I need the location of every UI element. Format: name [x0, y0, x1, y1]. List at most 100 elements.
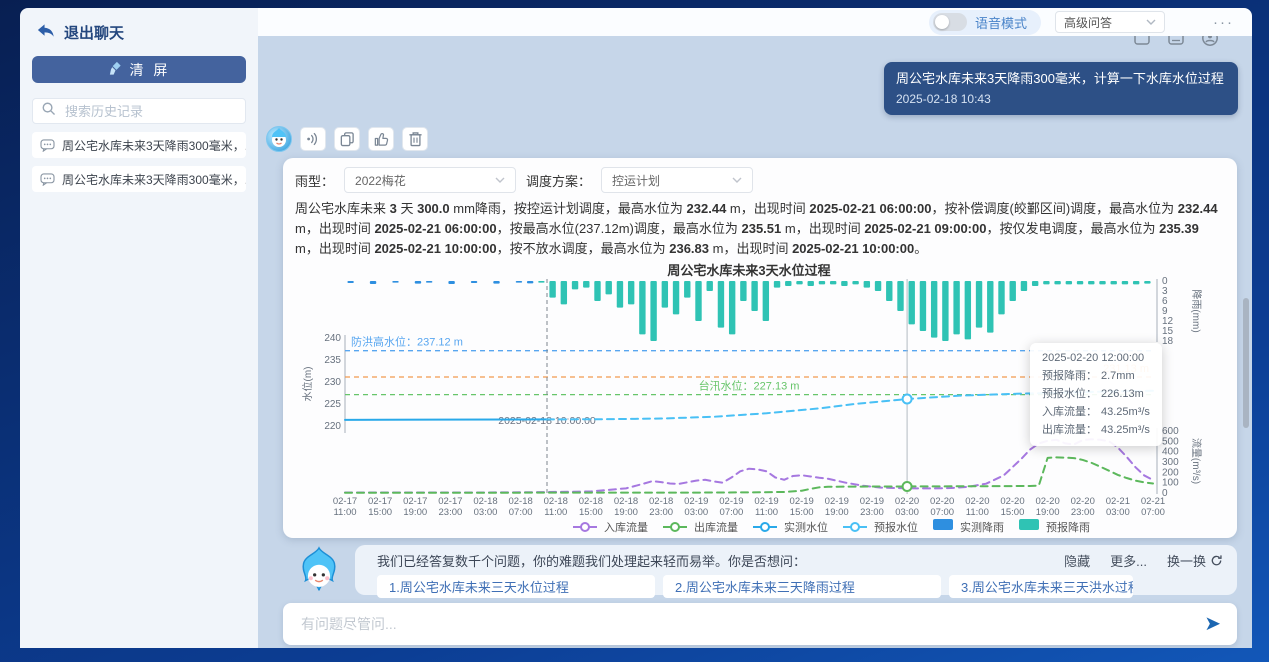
- scenario-controls: 雨型： 2022梅花 调度方案： 控运计划: [295, 166, 1225, 194]
- rain-type-label: 雨型：: [295, 171, 334, 190]
- svg-text:02-2011:00: 02-2011:00: [965, 496, 989, 518]
- refresh-label: 换一换: [1167, 551, 1206, 570]
- svg-text:02-1819:00: 02-1819:00: [614, 496, 638, 518]
- keyboard-icon[interactable]: [1167, 36, 1185, 47]
- rain-type-value: 2022梅花: [355, 172, 406, 189]
- svg-text:02-1803:00: 02-1803:00: [473, 496, 497, 518]
- svg-text:240: 240: [324, 333, 341, 344]
- svg-text:230: 230: [324, 377, 341, 388]
- suggestions-links: 隐藏 更多... 换一换: [1064, 551, 1223, 570]
- forecast-chart: 周公宅水库未来3天水位过程240235230225220036912151860…: [295, 261, 1225, 539]
- svg-text:入库流量: 入库流量: [604, 520, 648, 534]
- svg-text:02-1723:00: 02-1723:00: [438, 496, 462, 518]
- thumbs-up-icon: [373, 131, 389, 147]
- history-item[interactable]: 周公宅水库未来3天降雨300毫米，...: [32, 132, 246, 158]
- user-icon[interactable]: [1201, 36, 1219, 47]
- svg-text:2025-02-18 10:00:00: 2025-02-18 10:00:00: [498, 415, 596, 427]
- toggle-switch-icon[interactable]: [933, 13, 967, 31]
- refresh-suggestions-link[interactable]: 换一换: [1167, 551, 1223, 570]
- svg-text:220: 220: [324, 421, 341, 432]
- svg-text:02-1811:00: 02-1811:00: [544, 496, 568, 518]
- voice-mode-toggle[interactable]: 语音模式: [929, 10, 1041, 35]
- history-item-label: 周公宅水库未来3天降雨300毫米，...: [62, 171, 246, 188]
- user-message-time: 2025-02-18 10:43: [896, 90, 1226, 108]
- suggestion-button[interactable]: 2.周公宅水库未来三天降雨过程: [663, 575, 941, 598]
- svg-text:02-2015:00: 02-2015:00: [1000, 496, 1024, 518]
- copy-icon: [339, 131, 355, 147]
- send-button[interactable]: ➤: [1204, 614, 1221, 634]
- chevron-down-icon: [1146, 19, 1156, 25]
- history-search-input[interactable]: [63, 103, 243, 120]
- voice-mode-label: 语音模式: [975, 13, 1027, 32]
- user-message-text: 周公宅水库未来3天降雨300毫米，计算一下水库水位过程: [896, 69, 1226, 89]
- message-composer: ➤: [283, 603, 1237, 645]
- suggestion-button[interactable]: 1.周公宅水库未来三天水位过程: [377, 575, 655, 598]
- message-input[interactable]: [299, 615, 1194, 633]
- bot-message-actions: [266, 126, 428, 152]
- more-suggestions-link[interactable]: 更多...: [1110, 551, 1147, 570]
- clear-screen-button[interactable]: 清 屏: [32, 56, 246, 83]
- answer-mode-value: 高级问答: [1064, 14, 1112, 31]
- svg-text:降雨(mm): 降雨(mm): [1190, 290, 1203, 333]
- svg-text:02-1815:00: 02-1815:00: [579, 496, 603, 518]
- chat-area: 周公宅水库未来3天降雨300毫米，计算一下水库水位过程 2025-02-18 1…: [258, 36, 1252, 648]
- svg-text:02-2003:00: 02-2003:00: [895, 496, 919, 518]
- copy-button[interactable]: [334, 127, 360, 151]
- mascot-avatar: [291, 546, 347, 603]
- message-corner-icons: [1133, 36, 1219, 47]
- svg-text:02-1823:00: 02-1823:00: [649, 496, 673, 518]
- svg-text:02-1923:00: 02-1923:00: [860, 496, 884, 518]
- like-button[interactable]: [368, 127, 394, 151]
- plan-select[interactable]: 控运计划: [601, 167, 753, 193]
- rain-type-select[interactable]: 2022梅花: [344, 167, 516, 193]
- trash-icon: [408, 131, 423, 147]
- tooltip-time: 2025-02-20 12:00:00: [1042, 350, 1150, 368]
- history-search: [32, 98, 246, 124]
- answer-card: 雨型： 2022梅花 调度方案： 控运计划 周公宅水库未来 3 天 300.0 …: [283, 158, 1237, 538]
- read-aloud-button[interactable]: [300, 127, 326, 151]
- chat-bubble-icon: [40, 173, 55, 186]
- svg-text:18: 18: [1162, 336, 1174, 347]
- hide-suggestions-link[interactable]: 隐藏: [1064, 551, 1090, 570]
- speaker-icon: [305, 132, 321, 146]
- exit-chat-button[interactable]: 退出聊天: [20, 8, 258, 43]
- clear-screen-icon: [108, 61, 123, 78]
- history-item[interactable]: 周公宅水库未来3天降雨300毫米，...: [32, 166, 246, 192]
- history-sidebar: 退出聊天 清 屏 周公宅水库未来3天降雨300毫米，... 周公宅水库未来3天降…: [20, 8, 258, 648]
- more-menu-button[interactable]: ···: [1213, 14, 1234, 31]
- svg-text:02-1907:00: 02-1907:00: [719, 496, 743, 518]
- svg-text:02-2019:00: 02-2019:00: [1035, 496, 1059, 518]
- svg-text:02-1903:00: 02-1903:00: [684, 496, 708, 518]
- svg-text:防洪高水位：237.12 m: 防洪高水位：237.12 m: [351, 335, 463, 349]
- delete-button[interactable]: [402, 127, 428, 151]
- plan-label: 调度方案：: [526, 171, 591, 190]
- svg-text:预报水位: 预报水位: [874, 520, 918, 534]
- chat-bubble-icon: [40, 139, 55, 152]
- back-arrow-icon: [36, 23, 55, 43]
- svg-text:225: 225: [324, 399, 341, 410]
- svg-text:02-1919:00: 02-1919:00: [825, 496, 849, 518]
- svg-text:02-1911:00: 02-1911:00: [754, 496, 778, 518]
- app-window: 退出聊天 清 屏 周公宅水库未来3天降雨300毫米，... 周公宅水库未来3天降…: [0, 0, 1269, 662]
- svg-text:流量(m³/s): 流量(m³/s): [1190, 438, 1203, 484]
- top-bar: 语音模式 高级问答 ···: [258, 8, 1252, 36]
- answer-mode-select[interactable]: 高级问答: [1055, 11, 1165, 33]
- exit-chat-label: 退出聊天: [64, 22, 124, 43]
- suggestion-buttons: 1.周公宅水库未来三天水位过程 2.周公宅水库未来三天降雨过程 3.周公宅水库未…: [377, 575, 1223, 598]
- svg-text:台汛水位：227.13 m: 台汛水位：227.13 m: [699, 379, 800, 393]
- chat-scrollbar[interactable]: [1243, 298, 1249, 428]
- svg-text:02-2007:00: 02-2007:00: [930, 496, 954, 518]
- history-item-label: 周公宅水库未来3天降雨300毫米，...: [62, 137, 246, 154]
- svg-text:02-1807:00: 02-1807:00: [508, 496, 532, 518]
- window-icon[interactable]: [1133, 36, 1151, 47]
- bot-avatar: [266, 126, 292, 152]
- chevron-down-icon: [495, 177, 505, 183]
- chart-tooltip: 2025-02-20 12:00:00 预报降雨：2.7mm预报水位：226.1…: [1030, 343, 1162, 446]
- suggestions-intro: 我们已经答复数千个问题，你的难题我们处理起来轻而易举。你是否想问：: [377, 551, 806, 570]
- suggestion-button[interactable]: 3.周公宅水库未来三天洪水过程: [949, 575, 1133, 598]
- suggestions-panel: 我们已经答复数千个问题，你的难题我们处理起来轻而易举。你是否想问： 隐藏 更多.…: [355, 545, 1237, 595]
- svg-text:02-1915:00: 02-1915:00: [790, 496, 814, 518]
- svg-text:02-2103:00: 02-2103:00: [1106, 496, 1130, 518]
- clear-screen-label: 清 屏: [130, 60, 171, 80]
- user-message-bubble: 周公宅水库未来3天降雨300毫米，计算一下水库水位过程 2025-02-18 1…: [884, 62, 1238, 115]
